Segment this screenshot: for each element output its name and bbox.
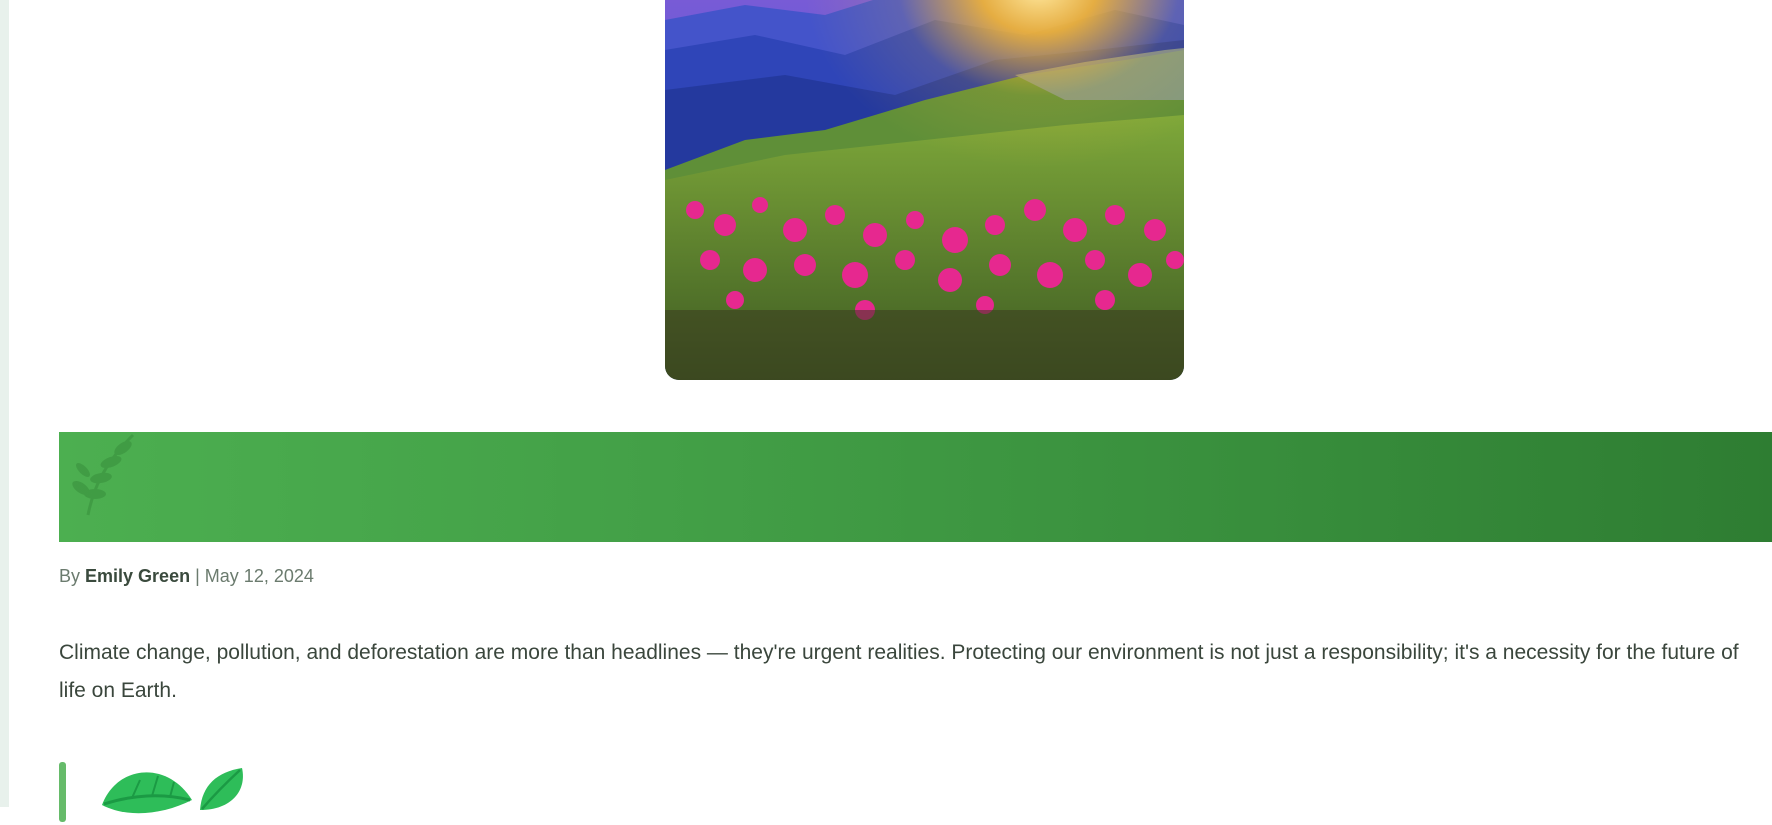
leaf-sprig-icon	[63, 432, 143, 525]
byline: By Emily Green | May 12, 2024	[59, 566, 314, 587]
quote-accent-bar	[59, 762, 66, 822]
green-leaves-icon	[92, 760, 252, 825]
author-name[interactable]: Emily Green	[85, 566, 190, 586]
publish-date: May 12, 2024	[204, 566, 314, 586]
hero-image	[665, 0, 1184, 380]
left-rail	[0, 0, 9, 807]
byline-prefix: By	[59, 566, 81, 586]
article-banner	[59, 432, 1772, 542]
quote-block	[59, 762, 459, 822]
byline-separator: |	[195, 566, 200, 586]
article-intro: Climate change, pollution, and deforesta…	[59, 641, 1739, 702]
